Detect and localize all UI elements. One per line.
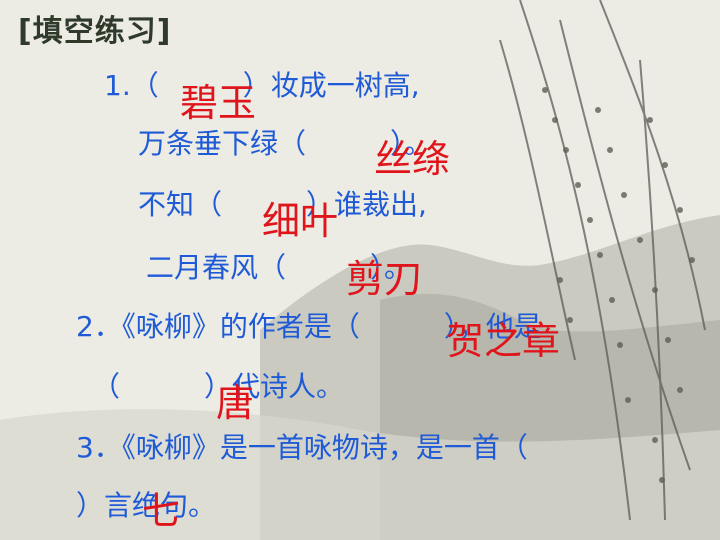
answer-jiandao: 剪刀 [346,257,423,301]
answer-sitao: 丝绦 [374,137,451,181]
answer-biyu: 碧玉 [180,81,257,125]
text-line-1: 1.（ ）妆成一树高, [104,69,420,102]
text-line-7: 3．《咏柳》是一首咏物诗，是一首（ [76,431,528,464]
page-title: [填空练习] [18,14,172,49]
answer-qi: 七 [142,489,181,533]
answer-xiye: 细叶 [262,199,339,243]
answer-dynasty: 唐 [216,381,255,425]
answer-author: 贺之章 [446,319,561,363]
